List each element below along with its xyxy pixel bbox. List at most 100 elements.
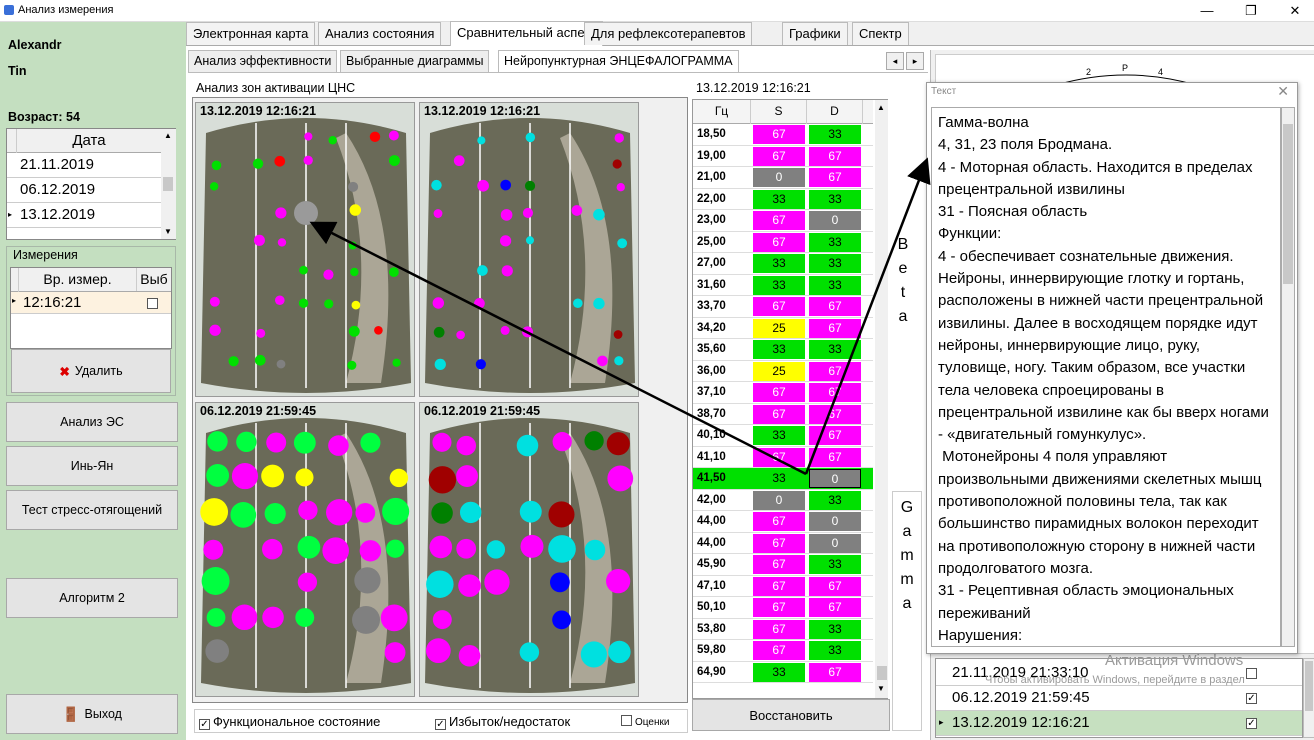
restore-button[interactable]: Восстановить — [692, 699, 890, 731]
freq-row[interactable]: 45,90 67 33 — [693, 554, 873, 576]
app-icon — [4, 5, 14, 15]
freq-cell-s: 67 — [753, 125, 805, 144]
dates-scrollbar[interactable]: ▲ ▼ — [161, 129, 176, 239]
freq-cell-s: 67 — [753, 232, 805, 252]
freq-cell-d: 67 — [809, 361, 861, 381]
freq-cell-s: 67 — [753, 533, 805, 553]
session-label: 13.12.2019 12:16:21 — [952, 714, 1090, 731]
freq-row[interactable]: 31,60 33 33 — [693, 275, 873, 296]
freq-cell-s: 33 — [753, 254, 805, 273]
freq-cell-d: 67 — [809, 447, 861, 467]
freq-cell-s: 25 — [753, 318, 805, 338]
sessions-list[interactable]: 21.11.2019 21:33:10 06.12.2019 21:59:45 ✓ ▸… — [935, 658, 1303, 738]
session-row[interactable]: ▸ 13.12.2019 12:16:21 ✓ — [936, 711, 1302, 736]
freq-row[interactable]: 41,50 33 0 — [693, 468, 873, 490]
exit-button[interactable]: 🚪 Выход — [6, 694, 178, 734]
delete-button[interactable]: ✖ Удалить — [11, 349, 171, 393]
freq-cell-s: 67 — [753, 447, 805, 467]
freq-row[interactable]: 50,10 67 67 — [693, 597, 873, 619]
freq-cell-s: 67 — [753, 641, 805, 660]
maximize-button[interactable]: ❐ — [1236, 2, 1266, 20]
tab-sub-2[interactable]: Нейропунктурная ЭНЦЕФАЛОГРАММА — [498, 50, 739, 72]
freq-row[interactable]: 64,90 33 67 — [693, 662, 873, 683]
session-checkbox[interactable]: ✓ — [1246, 718, 1257, 729]
tab-scroll-left-button[interactable]: ◂ — [886, 52, 904, 70]
measure-row[interactable]: ▸ 12:16:21 — [11, 292, 171, 314]
tab-main-0[interactable]: Электронная карта — [186, 22, 316, 45]
freq-row[interactable]: 23,00 67 0 — [693, 210, 873, 232]
freq-cell-d: 33 — [809, 619, 861, 639]
freq-row[interactable]: 40,10 33 67 — [693, 425, 873, 447]
freq-cell-s: 33 — [753, 275, 805, 295]
freq-row[interactable]: 59,80 67 33 — [693, 640, 873, 662]
cns-brain-image[interactable]: 13.12.2019 12:16:21 — [195, 102, 415, 397]
scores-checkbox[interactable]: Оценки — [621, 715, 669, 728]
freq-row[interactable]: 34,20 25 67 — [693, 318, 873, 339]
tab-main-4[interactable]: Графики — [782, 22, 848, 45]
tab-scroll-right-button[interactable]: ▸ — [906, 52, 924, 70]
measurements-grid[interactable]: Вр. измер. Выб ▸ 12:16:21 — [10, 267, 172, 349]
freq-row[interactable]: 53,80 67 33 — [693, 619, 873, 640]
date-row[interactable]: 06.12.2019 — [7, 178, 161, 203]
cns-brain-image[interactable]: 06.12.2019 21:59:45 — [195, 402, 415, 697]
functional-checkbox[interactable]: ✓ Функциональное состояние — [199, 714, 380, 730]
yin-yang-button[interactable]: Инь-Ян — [6, 446, 178, 486]
tab-main-2[interactable]: Сравнительный аспект — [450, 21, 604, 46]
freq-row[interactable]: 44,00 67 0 — [693, 511, 873, 533]
cns-brain-image[interactable]: 13.12.2019 12:16:21 — [419, 102, 639, 397]
freq-row[interactable]: 21,00 0 67 — [693, 167, 873, 189]
analysis-es-button[interactable]: Анализ ЭС — [6, 402, 178, 442]
tab-main-1[interactable]: Анализ состояния — [318, 22, 442, 45]
freq-row[interactable]: 22,00 33 33 — [693, 189, 873, 210]
freq-row[interactable]: 44,00 67 0 — [693, 533, 873, 554]
popup-title: Текст — [931, 86, 957, 97]
freq-cell-s: 67 — [753, 598, 805, 617]
freq-row[interactable]: 38,70 67 67 — [693, 404, 873, 425]
freq-row[interactable]: 47,10 67 67 — [693, 576, 873, 597]
freq-cell-s: 67 — [753, 404, 805, 424]
tab-main-5[interactable]: Спектр — [852, 22, 909, 45]
dates-grid[interactable]: Дата 21.11.2019 06.12.2019 ▸ 13.12.2019 ▲ ▼ — [6, 128, 176, 240]
freq-row[interactable]: 18,50 67 33 — [693, 124, 873, 146]
session-row[interactable]: 06.12.2019 21:59:45 ✓ — [936, 686, 1302, 711]
freq-row[interactable]: 42,00 0 33 — [693, 490, 873, 511]
stress-test-button[interactable]: Тест стресс-отягощений — [6, 490, 178, 530]
tab-main-3[interactable]: Для рефлексотерапевтов — [584, 22, 753, 45]
measure-select-checkbox[interactable] — [147, 298, 158, 309]
freq-table[interactable]: Гц S D 18,50 67 33 19,00 67 67 21,00 0 67 22,00 33 33… — [692, 99, 888, 699]
freq-row[interactable]: 27,00 33 33 — [693, 253, 873, 275]
freq-row[interactable]: 37,10 67 67 — [693, 382, 873, 404]
date-value: 21.11.2019 — [20, 156, 94, 173]
excess-checkbox[interactable]: ✓ Избыток/недостаток — [435, 714, 570, 730]
popup-close-icon[interactable]: ✕ — [1277, 83, 1289, 100]
freq-row[interactable]: 41,10 67 67 — [693, 447, 873, 468]
date-row[interactable]: 21.11.2019 — [7, 153, 161, 178]
tab-sub-1[interactable]: Выбранные диаграммы — [340, 50, 490, 72]
minimize-button[interactable]: — — [1192, 2, 1222, 20]
freq-cell-s: 67 — [753, 211, 805, 230]
freq-hz: 22,00 — [697, 192, 726, 205]
freq-row[interactable]: 25,00 67 33 — [693, 232, 873, 253]
options-bar: ✓ Функциональное состояние ✓ Избыток/недос… — [194, 709, 688, 733]
algorithm-2-button[interactable]: Алгоритм 2 — [6, 578, 178, 618]
freq-scrollbar[interactable]: ▲ ▼ — [875, 100, 888, 698]
gamma-label: Gamma — [892, 491, 922, 731]
session-checkbox[interactable]: ✓ — [1246, 693, 1257, 704]
freq-cell-d: 33 — [809, 641, 861, 660]
popup-scrollbar[interactable] — [1281, 107, 1295, 647]
freq-row[interactable]: 35,60 33 33 — [693, 339, 873, 361]
cns-brain-image[interactable]: 06.12.2019 21:59:45 — [419, 402, 639, 697]
freq-cell-s: 67 — [753, 146, 805, 166]
freq-cell-s: 33 — [753, 426, 805, 445]
freq-row[interactable]: 19,00 67 67 — [693, 146, 873, 167]
freq-row[interactable]: 33,70 67 67 — [693, 296, 873, 318]
close-button[interactable]: ✕ — [1280, 2, 1310, 20]
date-row[interactable]: ▸ 13.12.2019 — [7, 203, 161, 228]
freq-hz: 64,90 — [697, 665, 726, 678]
tab-sub-0[interactable]: Анализ эффективности — [188, 50, 338, 72]
freq-row[interactable]: 36,00 25 67 — [693, 361, 873, 382]
sessions-scrollbar[interactable] — [1303, 658, 1314, 738]
freq-cell-d: 67 — [809, 404, 861, 424]
freq-hz: 40,10 — [697, 429, 726, 441]
gamma-letter: G — [900, 499, 914, 516]
